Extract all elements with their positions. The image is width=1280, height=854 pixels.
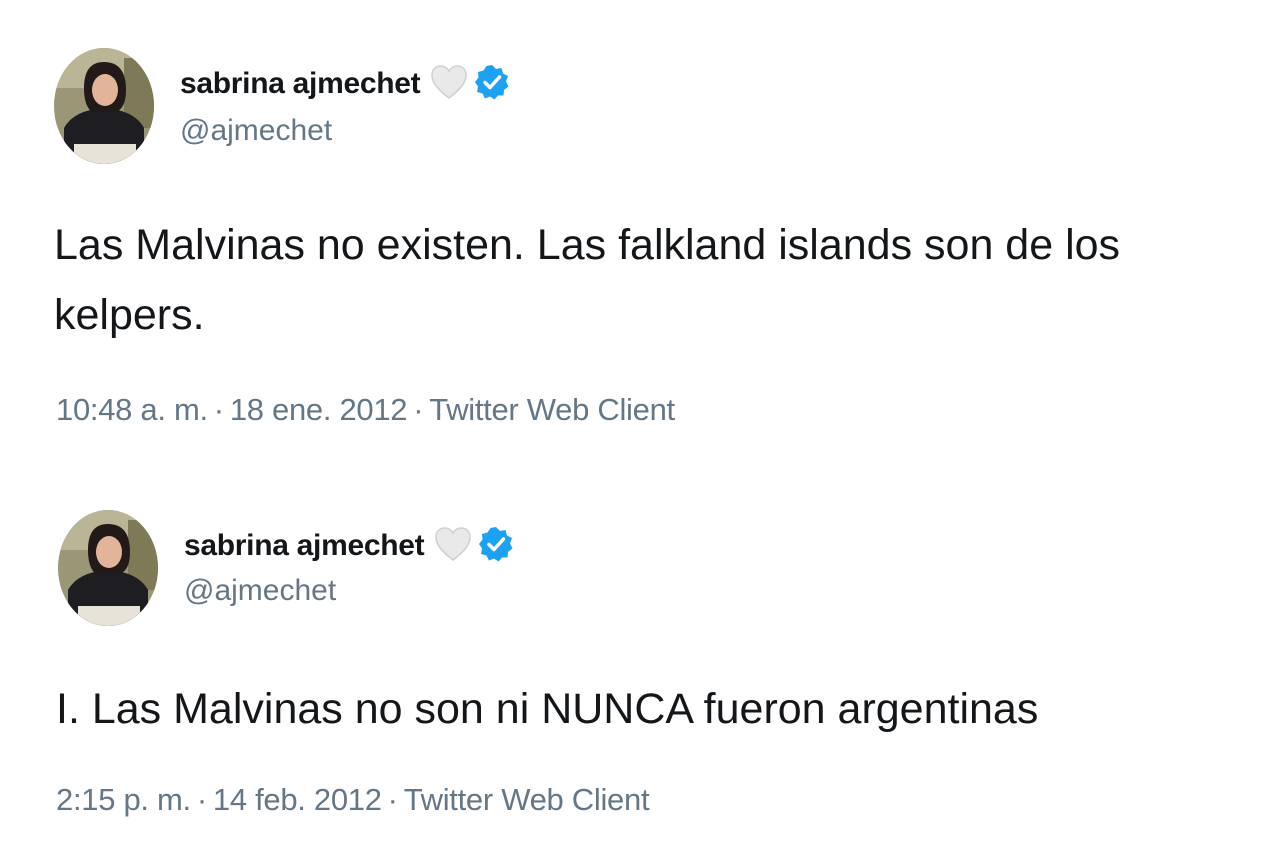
tweet-text: Las Malvinas no existen. Las falkland is… (54, 221, 1121, 339)
tweet-screenshot-page: sabrina ajmechet @ajmechet Las Malvinas … (0, 0, 1280, 854)
meta-separator: · (213, 392, 224, 427)
avatar[interactable] (58, 510, 158, 626)
verified-badge-icon (474, 64, 510, 105)
display-name[interactable]: sabrina ajmechet (180, 67, 421, 101)
white-heart-icon (434, 526, 472, 567)
meta-separator: · (196, 782, 207, 817)
tweet-client[interactable]: Twitter Web Client (404, 782, 650, 817)
tweet-client[interactable]: Twitter Web Client (429, 392, 675, 427)
tweet-meta: 2:15 p. m. · 14 feb. 2012 · Twitter Web Clie… (56, 782, 650, 818)
user-name-row: sabrina ajmechet (184, 526, 514, 566)
tweet-text: I. Las Malvinas no son ni NUNCA fueron a… (56, 685, 1039, 733)
tweet-time[interactable]: 10:48 a. m. (56, 392, 208, 427)
meta-separator: · (387, 782, 398, 817)
user-handle[interactable]: @ajmechet (184, 574, 336, 608)
user-name-row: sabrina ajmechet (180, 64, 510, 104)
avatar[interactable] (54, 48, 154, 164)
user-handle[interactable]: @ajmechet (180, 114, 332, 148)
verified-badge-icon (478, 526, 514, 567)
display-name[interactable]: sabrina ajmechet (184, 529, 425, 563)
tweet-time[interactable]: 2:15 p. m. (56, 782, 191, 817)
tweet-meta: 10:48 a. m. · 18 ene. 2012 · Twitter Web Cli… (56, 392, 675, 428)
tweet-date[interactable]: 18 ene. 2012 (230, 392, 408, 427)
white-heart-icon (430, 64, 468, 105)
meta-separator: · (413, 392, 424, 427)
tweet-date[interactable]: 14 feb. 2012 (213, 782, 382, 817)
